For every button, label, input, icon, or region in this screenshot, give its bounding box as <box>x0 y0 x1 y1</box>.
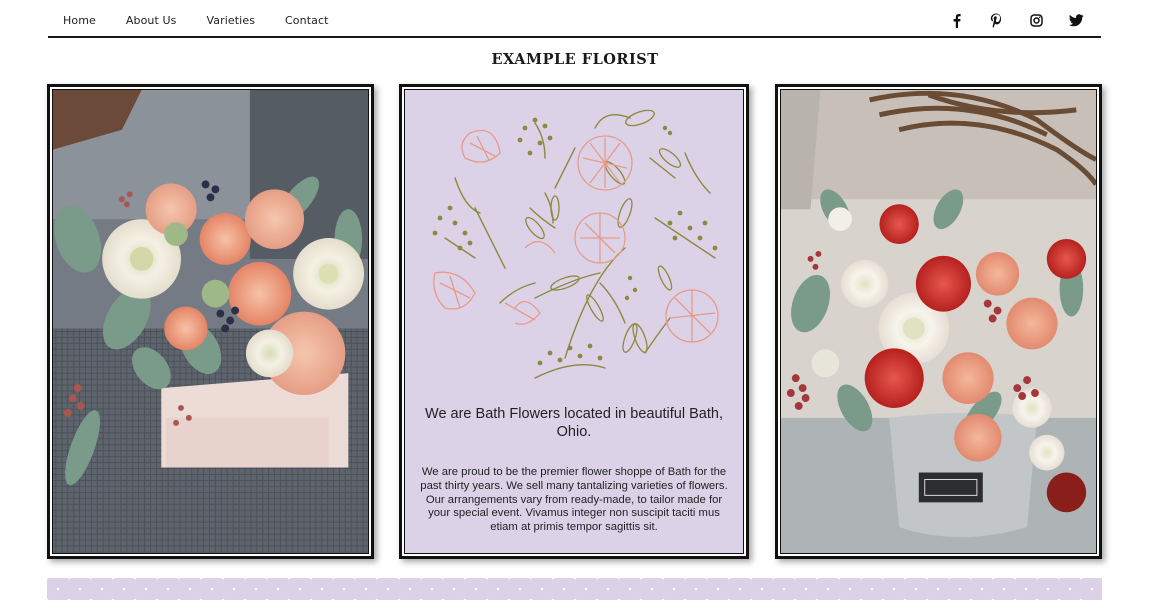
twitter-icon[interactable] <box>1067 11 1085 29</box>
nav-links: Home About Us Varieties Contact <box>63 14 359 27</box>
instagram-icon[interactable] <box>1027 11 1045 29</box>
nav-link-varieties[interactable]: Varieties <box>207 14 256 27</box>
nav-link-home[interactable]: Home <box>63 14 96 27</box>
site-title: EXAMPLE FLORIST <box>491 51 659 68</box>
bouquet-box-photo <box>53 90 368 553</box>
flower-photo-right <box>775 84 1102 559</box>
about-body: We are proud to be the premier flower sh… <box>420 466 728 534</box>
polka-dot-footer-band <box>47 578 1102 600</box>
facebook-icon[interactable] <box>947 11 965 29</box>
social-links <box>925 11 1085 29</box>
nav-link-about-us[interactable]: About Us <box>126 14 177 27</box>
top-nav: Home About Us Varieties Contact <box>48 0 1101 38</box>
bouquet-bucket-photo <box>781 90 1096 553</box>
pinterest-icon[interactable] <box>987 11 1005 29</box>
about-panel: We are Bath Flowers located in beautiful… <box>399 84 749 559</box>
nav-link-contact[interactable]: Contact <box>285 14 329 27</box>
floral-wreath-illustration <box>432 109 719 379</box>
flower-photo-left <box>47 84 374 559</box>
about-heading: We are Bath Flowers located in beautiful… <box>425 406 723 440</box>
